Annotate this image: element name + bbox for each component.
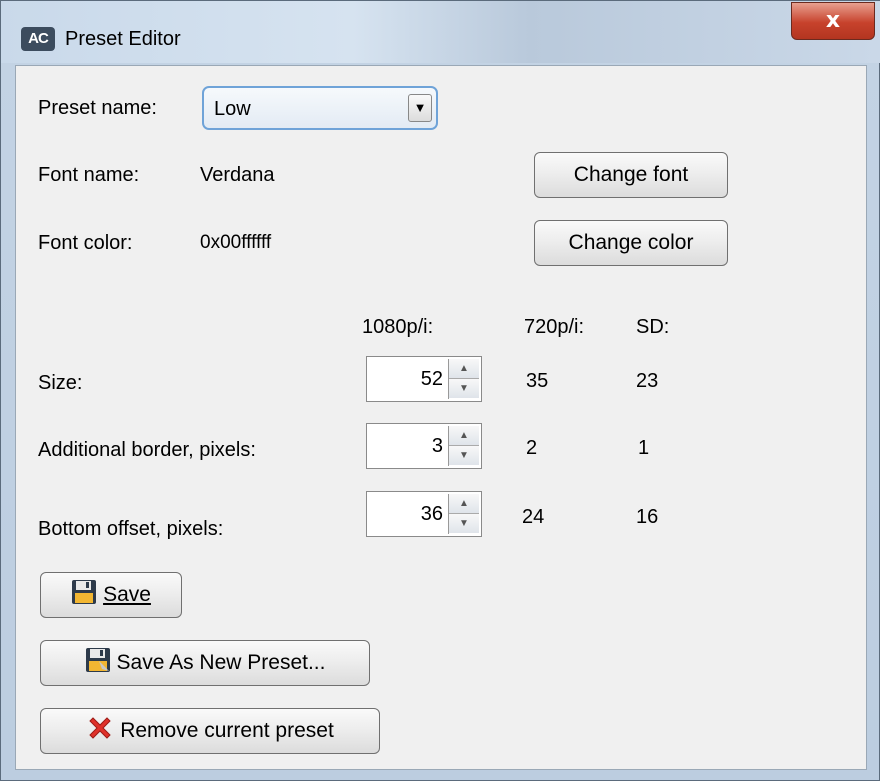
editor-panel: Preset name: Low ▼ Font name: Verdana Ch… — [15, 65, 867, 770]
font-color-value: 0x00ffffff — [200, 232, 272, 253]
spinner-arrows: ▲ ▼ — [448, 494, 479, 534]
change-color-button[interactable]: Change color — [534, 220, 728, 266]
title-bar[interactable]: AC Preset Editor x — [1, 1, 880, 63]
spinner-down-icon[interactable]: ▼ — [449, 379, 479, 398]
preset-editor-window: AC Preset Editor x Preset name: Low ▼ Fo… — [0, 0, 880, 781]
spinner-up-icon[interactable]: ▲ — [449, 426, 479, 446]
border-1080-spinner[interactable]: 3 ▲ ▼ — [366, 423, 482, 469]
preset-name-label: Preset name: — [38, 97, 157, 119]
size-label: Size: — [38, 372, 83, 394]
border-720-value: 2 — [526, 437, 538, 459]
size-1080-value: 52 — [420, 368, 443, 390]
spinner-arrows: ▲ ▼ — [448, 359, 479, 399]
spinner-up-icon[interactable]: ▲ — [449, 494, 479, 514]
border-1080-value: 3 — [431, 435, 443, 457]
bottom-offset-1080-value: 36 — [420, 503, 443, 525]
column-1080-header: 1080p/i: — [362, 316, 434, 338]
remove-label: Remove current preset — [120, 719, 334, 742]
spinner-up-icon[interactable]: ▲ — [449, 359, 479, 379]
spinner-down-icon[interactable]: ▼ — [449, 446, 479, 465]
floppy-disk-icon — [85, 647, 111, 679]
column-sd-header: SD: — [636, 316, 670, 338]
size-1080-spinner[interactable]: 52 ▲ ▼ — [366, 356, 482, 402]
bottom-offset-720-value: 24 — [522, 506, 545, 528]
font-name-label: Font name: — [38, 164, 140, 186]
change-font-button[interactable]: Change font — [534, 152, 728, 198]
border-label: Additional border, pixels: — [38, 439, 256, 461]
save-button[interactable]: Save — [40, 572, 182, 618]
size-sd-value: 23 — [636, 370, 659, 392]
save-as-new-preset-button[interactable]: Save As New Preset... — [40, 640, 370, 686]
spinner-arrows: ▲ ▼ — [448, 426, 479, 466]
preset-name-combo[interactable]: Low ▼ — [202, 86, 438, 130]
save-label: Save — [103, 583, 151, 606]
window-title: Preset Editor — [65, 28, 181, 50]
change-font-label: Change font — [573, 163, 689, 186]
bottom-offset-1080-spinner[interactable]: 36 ▲ ▼ — [366, 491, 482, 537]
floppy-disk-icon — [71, 579, 97, 611]
border-sd-value: 1 — [638, 437, 650, 459]
red-x-icon — [86, 714, 114, 748]
column-720-header: 720p/i: — [524, 316, 585, 338]
remove-current-preset-button[interactable]: Remove current preset — [40, 708, 380, 754]
bottom-offset-label: Bottom offset, pixels: — [38, 518, 224, 540]
font-color-label: Font color: — [38, 232, 133, 254]
font-name-value: Verdana — [200, 164, 275, 186]
app-icon: AC — [21, 27, 55, 51]
preset-name-value: Low — [214, 98, 251, 120]
save-as-label: Save As New Preset... — [116, 651, 326, 674]
size-720-value: 35 — [526, 370, 549, 392]
bottom-offset-sd-value: 16 — [636, 506, 659, 528]
change-color-label: Change color — [568, 231, 694, 254]
close-button[interactable]: x — [791, 2, 875, 40]
spinner-down-icon[interactable]: ▼ — [449, 514, 479, 533]
chevron-down-icon[interactable]: ▼ — [408, 94, 432, 122]
